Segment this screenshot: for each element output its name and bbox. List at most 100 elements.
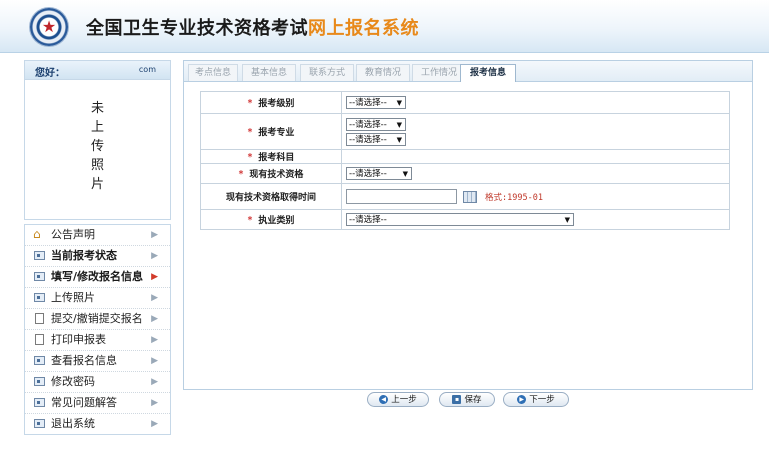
sidebar-item-print-form[interactable]: 打印申报表 ▶ [25,330,170,351]
system-title-main: 全国卫生专业技术资格考试 [86,18,308,39]
date-format-hint: 格式:1995-01 [485,192,543,203]
current-qualification-select[interactable]: --请选择-- ▼ [346,167,412,180]
tab-contact[interactable]: 联系方式 [300,64,354,81]
photo-placeholder-char: 片 [90,177,104,192]
tab-education[interactable]: 教育情况 [356,64,410,81]
sidebar-item-label: 提交/撤销提交报名 [51,312,143,325]
calendar-icon[interactable] [463,190,477,203]
major-select-value: --请选择-- [349,119,387,130]
required-mark: * [247,153,253,163]
chevron-down-icon: ▼ [396,99,402,107]
sidebar-item-logout[interactable]: 退出系统 ▶ [25,414,170,434]
system-title: 全国卫生专业技术资格考试网上报名系统 [86,14,419,40]
user-photo-panel: 您好： com 未 上 传 照 片 [24,60,171,220]
save-label: 保存 [464,395,482,405]
arrow-right-icon: ▶ [517,395,527,404]
photo-placeholder: 未 上 传 照 片 [25,99,170,194]
level-select[interactable]: --请选择-- ▼ [346,96,406,109]
greeting-label: 您好： [35,68,65,79]
user-info-bar: 您好： com [25,61,170,80]
sidebar-item-edit-registration[interactable]: 填写/修改报名信息 ▶ [25,267,170,288]
sidebar-item-label: 公告声明 [51,228,95,241]
window-icon [34,377,45,386]
chevron-right-icon: ▶ [151,230,158,240]
required-mark: * [247,128,253,138]
chevron-down-icon: ▼ [402,170,408,178]
window-icon [34,293,45,302]
sidebar-item-upload-photo[interactable]: 上传照片 ▶ [25,288,170,309]
sidebar-item-faq[interactable]: 常见问题解答 ▶ [25,393,170,414]
qualification-time-input[interactable] [346,189,457,204]
chevron-right-icon: ▶ [151,377,158,387]
save-disk-icon: ▪ [452,395,462,404]
sidebar-menu: ⌂ 公告声明 ▶ 当前报考状态 ▶ 填写/修改报名信息 ▶ 上传照片 ▶ 提交/… [24,224,171,435]
save-button[interactable]: ▪ 保存 [439,392,495,407]
chevron-right-icon: ▶ [151,314,158,324]
photo-placeholder-char: 照 [90,158,104,173]
current-qualification-value: --请选择-- [349,169,387,179]
practice-category-label-text: 执业类别 [258,216,295,226]
sidebar-item-submit-withdraw[interactable]: 提交/撤销提交报名 ▶ [25,309,170,330]
photo-placeholder-char: 未 [90,101,104,116]
photo-placeholder-char: 上 [90,120,104,135]
current-qualification-label: * 现有技术资格 [200,163,342,184]
major-select-1[interactable]: --请选择-- ▼ [346,117,406,131]
chevron-down-icon: ▼ [564,216,570,224]
sidebar-item-view-info[interactable]: 查看报名信息 ▶ [25,351,170,372]
sidebar-item-label: 修改密码 [51,375,95,388]
subject-value [341,149,730,164]
previous-step-label: 上一步 [391,395,417,405]
window-icon [34,356,45,365]
required-mark: * [247,216,253,226]
sidebar-item-exam-status[interactable]: 当前报考状态 ▶ [25,246,170,267]
sidebar-item-label: 退出系统 [51,417,95,430]
level-select-value: --请选择-- [349,98,387,108]
window-icon [34,272,45,281]
required-mark: * [247,99,253,109]
subject-label: * 报考科目 [200,149,342,164]
window-icon [34,419,45,428]
practice-category-label: * 执业类别 [200,209,342,230]
major-select-2[interactable]: --请选择-- ▼ [346,132,406,146]
chevron-right-icon: ▶ [151,356,158,366]
window-icon [34,398,45,407]
practice-category-select[interactable]: --请选择-- ▼ [346,213,574,226]
sidebar-item-label: 上传照片 [51,291,95,304]
next-step-button[interactable]: ▶ 下一步 [503,392,569,407]
subject-label-text: 报考科目 [258,153,295,163]
window-icon [34,251,45,260]
next-step-label: 下一步 [529,395,555,405]
sidebar-item-label: 当前报考状态 [51,249,117,262]
sidebar-item-change-password[interactable]: 修改密码 ▶ [25,372,170,393]
tab-work[interactable]: 工作情况 [412,64,466,81]
exam-logo-icon: ★ [30,8,68,46]
current-qualification-label-text: 现有技术资格 [249,170,304,180]
tab-basic-info[interactable]: 基本信息 [242,64,296,81]
user-email: com [138,65,156,74]
major-label-text: 报考专业 [258,128,295,138]
practice-category-value: --请选择-- [349,215,387,225]
level-label-text: 报考级别 [258,99,295,109]
sidebar-item-announcement[interactable]: ⌂ 公告声明 ▶ [25,225,170,246]
chevron-right-icon: ▶ [151,293,158,303]
required-mark: * [238,170,244,180]
qualification-time-label: 现有技术资格取得时间 [200,183,342,210]
sidebar-item-label: 常见问题解答 [51,396,117,409]
app-header: ★ 全国卫生专业技术资格考试网上报名系统 [0,0,769,53]
chevron-down-icon: ▼ [396,120,402,129]
level-label: * 报考级别 [200,91,342,114]
chevron-right-icon: ▶ [151,251,158,261]
tab-bar: 考点信息 基本信息 联系方式 教育情况 工作情况 报考信息 [184,61,752,82]
photo-placeholder-char: 传 [90,139,104,154]
previous-step-button[interactable]: ◀ 上一步 [367,392,429,407]
system-title-accent: 网上报名系统 [308,18,419,39]
tab-exam-site[interactable]: 考点信息 [188,64,238,81]
chevron-right-icon: ▶ [151,272,158,282]
chevron-down-icon: ▼ [396,135,402,144]
home-icon: ⌂ [33,227,41,241]
sidebar-item-label: 查看报名信息 [51,354,117,367]
arrow-left-icon: ◀ [379,395,389,404]
tab-exam-info[interactable]: 报考信息 [460,64,516,82]
major-select-value: --请选择-- [349,134,387,145]
exam-info-form: * 报考级别 --请选择-- ▼ * 报考专业 --请选择-- ▼ --请选择-- ▼ *… [200,91,730,230]
